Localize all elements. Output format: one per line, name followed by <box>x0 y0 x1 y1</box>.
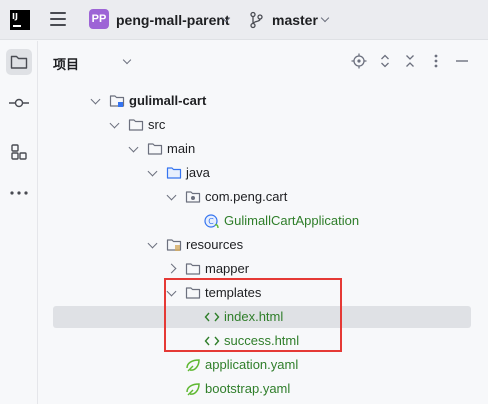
package-icon <box>185 191 201 203</box>
resources-folder-icon <box>166 239 182 251</box>
more-icon <box>10 191 28 195</box>
expand-arrow-down-icon[interactable] <box>90 94 101 105</box>
expand-arrow-down-icon[interactable] <box>128 142 139 153</box>
tree-item-label: mapper <box>205 261 250 276</box>
tree-item-label: com.peng.cart <box>205 189 288 204</box>
branch-name[interactable]: master <box>272 12 318 28</box>
tree-item-label: bootstrap.yaml <box>205 381 291 396</box>
module-folder-icon <box>109 95 125 107</box>
branch-chevron-down-icon[interactable] <box>320 13 330 23</box>
tree-row[interactable]: java <box>39 161 488 185</box>
tree-row[interactable]: bootstrap.yaml <box>39 377 488 401</box>
tree-item-label: gulimall-cart <box>129 93 207 108</box>
folder-icon <box>128 119 144 131</box>
logo-text: IJ <box>12 12 18 21</box>
tree-item-label: main <box>167 141 196 156</box>
tree-item-label: GulimallCartApplication <box>224 213 360 228</box>
project-tool-button[interactable] <box>6 49 32 75</box>
expand-arrow-down-icon[interactable] <box>147 238 158 249</box>
tree-row[interactable]: com.peng.cart <box>39 185 488 209</box>
commit-tool-button[interactable] <box>6 90 32 116</box>
spring-class-icon: C <box>204 214 219 229</box>
expand-all-icon[interactable] <box>377 53 393 69</box>
git-branch-icon[interactable] <box>249 11 263 29</box>
project-name[interactable]: peng-mall-parent <box>116 12 230 28</box>
svg-text:C: C <box>208 217 214 226</box>
locate-icon[interactable] <box>351 53 367 69</box>
structure-icon <box>11 144 27 160</box>
tool-window-strip <box>0 41 38 404</box>
main-menu-icon[interactable] <box>50 12 66 26</box>
view-chevron-down-icon[interactable] <box>122 55 132 65</box>
spring-yaml-icon <box>186 383 200 396</box>
tree-row[interactable]: resources <box>39 233 488 257</box>
more-tools-button[interactable] <box>6 180 32 206</box>
expand-arrow-down-icon[interactable] <box>109 118 120 129</box>
options-icon[interactable] <box>428 53 444 69</box>
folder-icon <box>147 143 163 155</box>
tree-row[interactable]: main <box>39 137 488 161</box>
hide-icon[interactable] <box>454 53 470 69</box>
tree-row[interactable]: application.yaml <box>39 353 488 377</box>
tree-item-label: resources <box>186 237 244 252</box>
tool-window-title[interactable]: 项目 <box>53 54 79 73</box>
folder-icon <box>10 55 28 69</box>
project-tree: gulimall-cart src main java com.peng.cart C Gu… <box>39 81 488 404</box>
tree-row[interactable]: src <box>39 113 488 137</box>
folder-icon <box>185 263 201 275</box>
tree-row[interactable]: gulimall-cart <box>39 89 488 113</box>
intellij-logo-icon[interactable]: IJ <box>10 10 30 30</box>
expand-arrow-down-icon[interactable] <box>147 166 158 177</box>
expand-arrow-right-icon[interactable] <box>166 263 177 274</box>
structure-tool-button[interactable] <box>6 139 32 165</box>
title-bar: IJ PP peng-mall-parent master <box>0 0 488 40</box>
project-tool-window-header: 项目 <box>39 41 488 81</box>
tree-item-label: src <box>148 117 166 132</box>
tree-item-label: java <box>186 165 210 180</box>
tree-item-label: application.yaml <box>205 357 299 372</box>
expand-arrow-down-icon[interactable] <box>166 190 177 201</box>
tree-row[interactable]: C GulimallCartApplication <box>39 209 488 233</box>
highlight-box <box>164 278 342 352</box>
project-badge[interactable]: PP <box>89 9 109 29</box>
collapse-all-icon[interactable] <box>402 53 418 69</box>
source-folder-icon <box>166 167 182 179</box>
spring-yaml-icon <box>186 359 200 372</box>
commit-icon <box>9 98 29 108</box>
